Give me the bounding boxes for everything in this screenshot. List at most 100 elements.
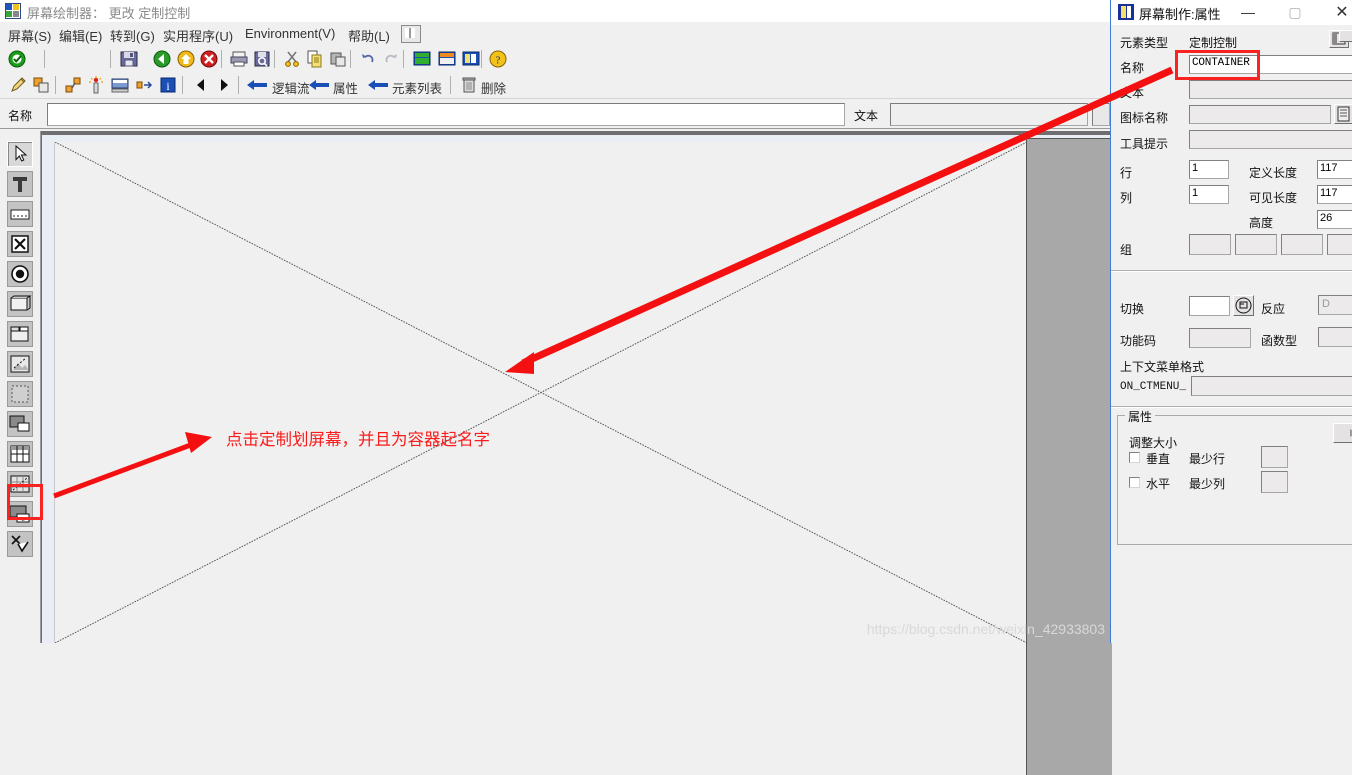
prop-height-input[interactable]: 26 bbox=[1317, 210, 1352, 229]
toolbar-separator bbox=[55, 76, 56, 94]
table-tool[interactable] bbox=[7, 441, 33, 467]
tool-palette: c bbox=[0, 131, 41, 643]
prop-switch-input[interactable] bbox=[1189, 296, 1230, 316]
scroll-up-button[interactable] bbox=[1339, 30, 1352, 42]
prop-name-input[interactable]: CONTAINER bbox=[1189, 55, 1352, 74]
prev-arrow-icon[interactable] bbox=[191, 75, 211, 95]
radio-tool[interactable] bbox=[7, 261, 33, 287]
switch-link-button[interactable] bbox=[1233, 295, 1254, 316]
group-box-tool[interactable] bbox=[7, 381, 33, 407]
prop-context-menu-input[interactable] bbox=[1191, 376, 1352, 396]
home-yellow-icon[interactable] bbox=[176, 49, 196, 69]
wizard-icon[interactable] bbox=[86, 75, 106, 95]
logic-flow-arrow-icon[interactable] bbox=[245, 75, 269, 95]
prop-text-input[interactable] bbox=[1189, 80, 1352, 99]
container-tool[interactable]: c bbox=[7, 501, 33, 527]
back-green-icon[interactable] bbox=[152, 49, 172, 69]
window-tool[interactable] bbox=[7, 411, 33, 437]
prop-defined-length-label: 定义长度 bbox=[1249, 166, 1298, 180]
prop-reaction-select[interactable]: D bbox=[1318, 295, 1352, 315]
custom-tool[interactable] bbox=[7, 531, 33, 557]
min-cols-input[interactable] bbox=[1261, 471, 1288, 493]
help-icon[interactable]: ? bbox=[488, 49, 508, 69]
minimize-button[interactable]: — bbox=[1227, 0, 1269, 25]
properties-arrow-icon[interactable] bbox=[307, 75, 331, 95]
print-icon[interactable] bbox=[229, 49, 249, 69]
text-row-label: 文本 bbox=[854, 109, 879, 123]
prop-icon-name-input[interactable] bbox=[1189, 105, 1331, 124]
prop-tooltip-input[interactable] bbox=[1189, 130, 1352, 149]
prop-context-menu-prefix: ON_CTMENU_ bbox=[1120, 381, 1187, 393]
prop-group-input-3[interactable] bbox=[1281, 234, 1323, 255]
min-rows-input[interactable] bbox=[1261, 446, 1288, 468]
prop-function-code-input[interactable] bbox=[1189, 328, 1251, 348]
find-icon[interactable] bbox=[252, 49, 272, 69]
delete-label[interactable]: 删除 bbox=[481, 78, 506, 97]
pointer-tool[interactable] bbox=[7, 141, 33, 167]
prop-group-input-4[interactable] bbox=[1327, 234, 1352, 255]
prop-function-type-select[interactable] bbox=[1318, 327, 1352, 347]
screen-canvas[interactable] bbox=[54, 142, 1027, 643]
prop-row-input[interactable]: 1 bbox=[1189, 160, 1229, 179]
button-tool[interactable] bbox=[7, 291, 33, 317]
checkbox-tool[interactable] bbox=[7, 231, 33, 257]
prop-reaction-label: 反应 bbox=[1261, 302, 1286, 316]
save-icon[interactable] bbox=[119, 49, 139, 69]
text-tool[interactable] bbox=[7, 171, 33, 197]
validate-icon[interactable] bbox=[7, 49, 27, 69]
logic-flow-label[interactable]: 逻辑流 bbox=[272, 78, 310, 97]
name-input[interactable] bbox=[47, 103, 845, 126]
info-icon[interactable]: i bbox=[158, 75, 178, 95]
copy-icon[interactable] bbox=[305, 49, 325, 69]
image-tool[interactable] bbox=[7, 351, 33, 377]
screen-orange-icon[interactable] bbox=[437, 49, 457, 69]
prop-visible-length-input[interactable]: 117 bbox=[1317, 185, 1352, 204]
properties-title-bar: 屏幕制作:属性 — ▢ ✕ bbox=[1111, 0, 1352, 25]
prop-col-label: 列 bbox=[1120, 191, 1133, 205]
copy-element-icon[interactable] bbox=[31, 75, 51, 95]
panel-icon[interactable] bbox=[110, 75, 130, 95]
text-picker-button[interactable] bbox=[1092, 103, 1110, 126]
redo-icon[interactable] bbox=[381, 49, 401, 69]
chain-icon[interactable] bbox=[63, 75, 83, 95]
screen-blue-icon[interactable] bbox=[461, 49, 481, 69]
prop-group-input-2[interactable] bbox=[1235, 234, 1277, 255]
grid-tool[interactable] bbox=[7, 471, 33, 497]
delete-trash-icon[interactable] bbox=[459, 75, 479, 95]
prop-function-type-label: 函数型 bbox=[1261, 334, 1298, 348]
properties-label[interactable]: 属性 bbox=[333, 78, 358, 97]
stop-red-icon[interactable] bbox=[199, 49, 219, 69]
element-list-arrow-icon[interactable] bbox=[366, 75, 390, 95]
menu-utilities[interactable]: 实用程序(U) bbox=[163, 26, 233, 45]
element-list-label[interactable]: 元素列表 bbox=[392, 78, 442, 97]
prop-defined-length-input[interactable]: 117 bbox=[1317, 160, 1352, 179]
menu-layout-icon[interactable] bbox=[401, 25, 421, 43]
screen-canvas-area[interactable]: https://blog.csdn.net/weixin_42933803 bbox=[41, 131, 1112, 775]
vertical-checkbox[interactable] bbox=[1129, 452, 1140, 463]
horizontal-checkbox[interactable] bbox=[1129, 477, 1140, 488]
prop-col-input[interactable]: 1 bbox=[1189, 185, 1229, 204]
close-button[interactable]: ✕ bbox=[1321, 0, 1352, 25]
cut-icon[interactable] bbox=[282, 49, 302, 69]
menu-edit[interactable]: 编辑(E) bbox=[59, 26, 102, 45]
prop-visible-length-label: 可见长度 bbox=[1249, 191, 1298, 205]
icon-browse-button[interactable] bbox=[1334, 104, 1352, 124]
menu-screen[interactable]: 屏幕(S) bbox=[8, 26, 51, 45]
pencil-icon[interactable] bbox=[8, 75, 28, 95]
tab-folder-tool[interactable] bbox=[7, 321, 33, 347]
prop-icon-name-label: 图标名称 bbox=[1120, 111, 1169, 125]
resize-icon[interactable] bbox=[134, 75, 154, 95]
prop-group-input-1[interactable] bbox=[1189, 234, 1231, 255]
text-input[interactable] bbox=[890, 103, 1088, 126]
properties-body: 元素类型 定制控制 名称 CONTAINER 文本 图标名称 工具提示 行 1 bbox=[1111, 25, 1352, 643]
screen-green-icon[interactable] bbox=[412, 49, 432, 69]
maximize-button[interactable]: ▢ bbox=[1274, 0, 1316, 25]
menu-help[interactable]: 帮助(L) bbox=[348, 26, 390, 45]
input-field-tool[interactable] bbox=[7, 201, 33, 227]
paste-icon[interactable] bbox=[328, 49, 348, 69]
undo-icon[interactable] bbox=[358, 49, 378, 69]
expand-right-button[interactable] bbox=[1333, 423, 1352, 443]
next-arrow-icon[interactable] bbox=[214, 75, 234, 95]
menu-goto[interactable]: 转到(G) bbox=[110, 26, 155, 45]
menu-environment[interactable]: Environment(V) bbox=[245, 26, 335, 41]
